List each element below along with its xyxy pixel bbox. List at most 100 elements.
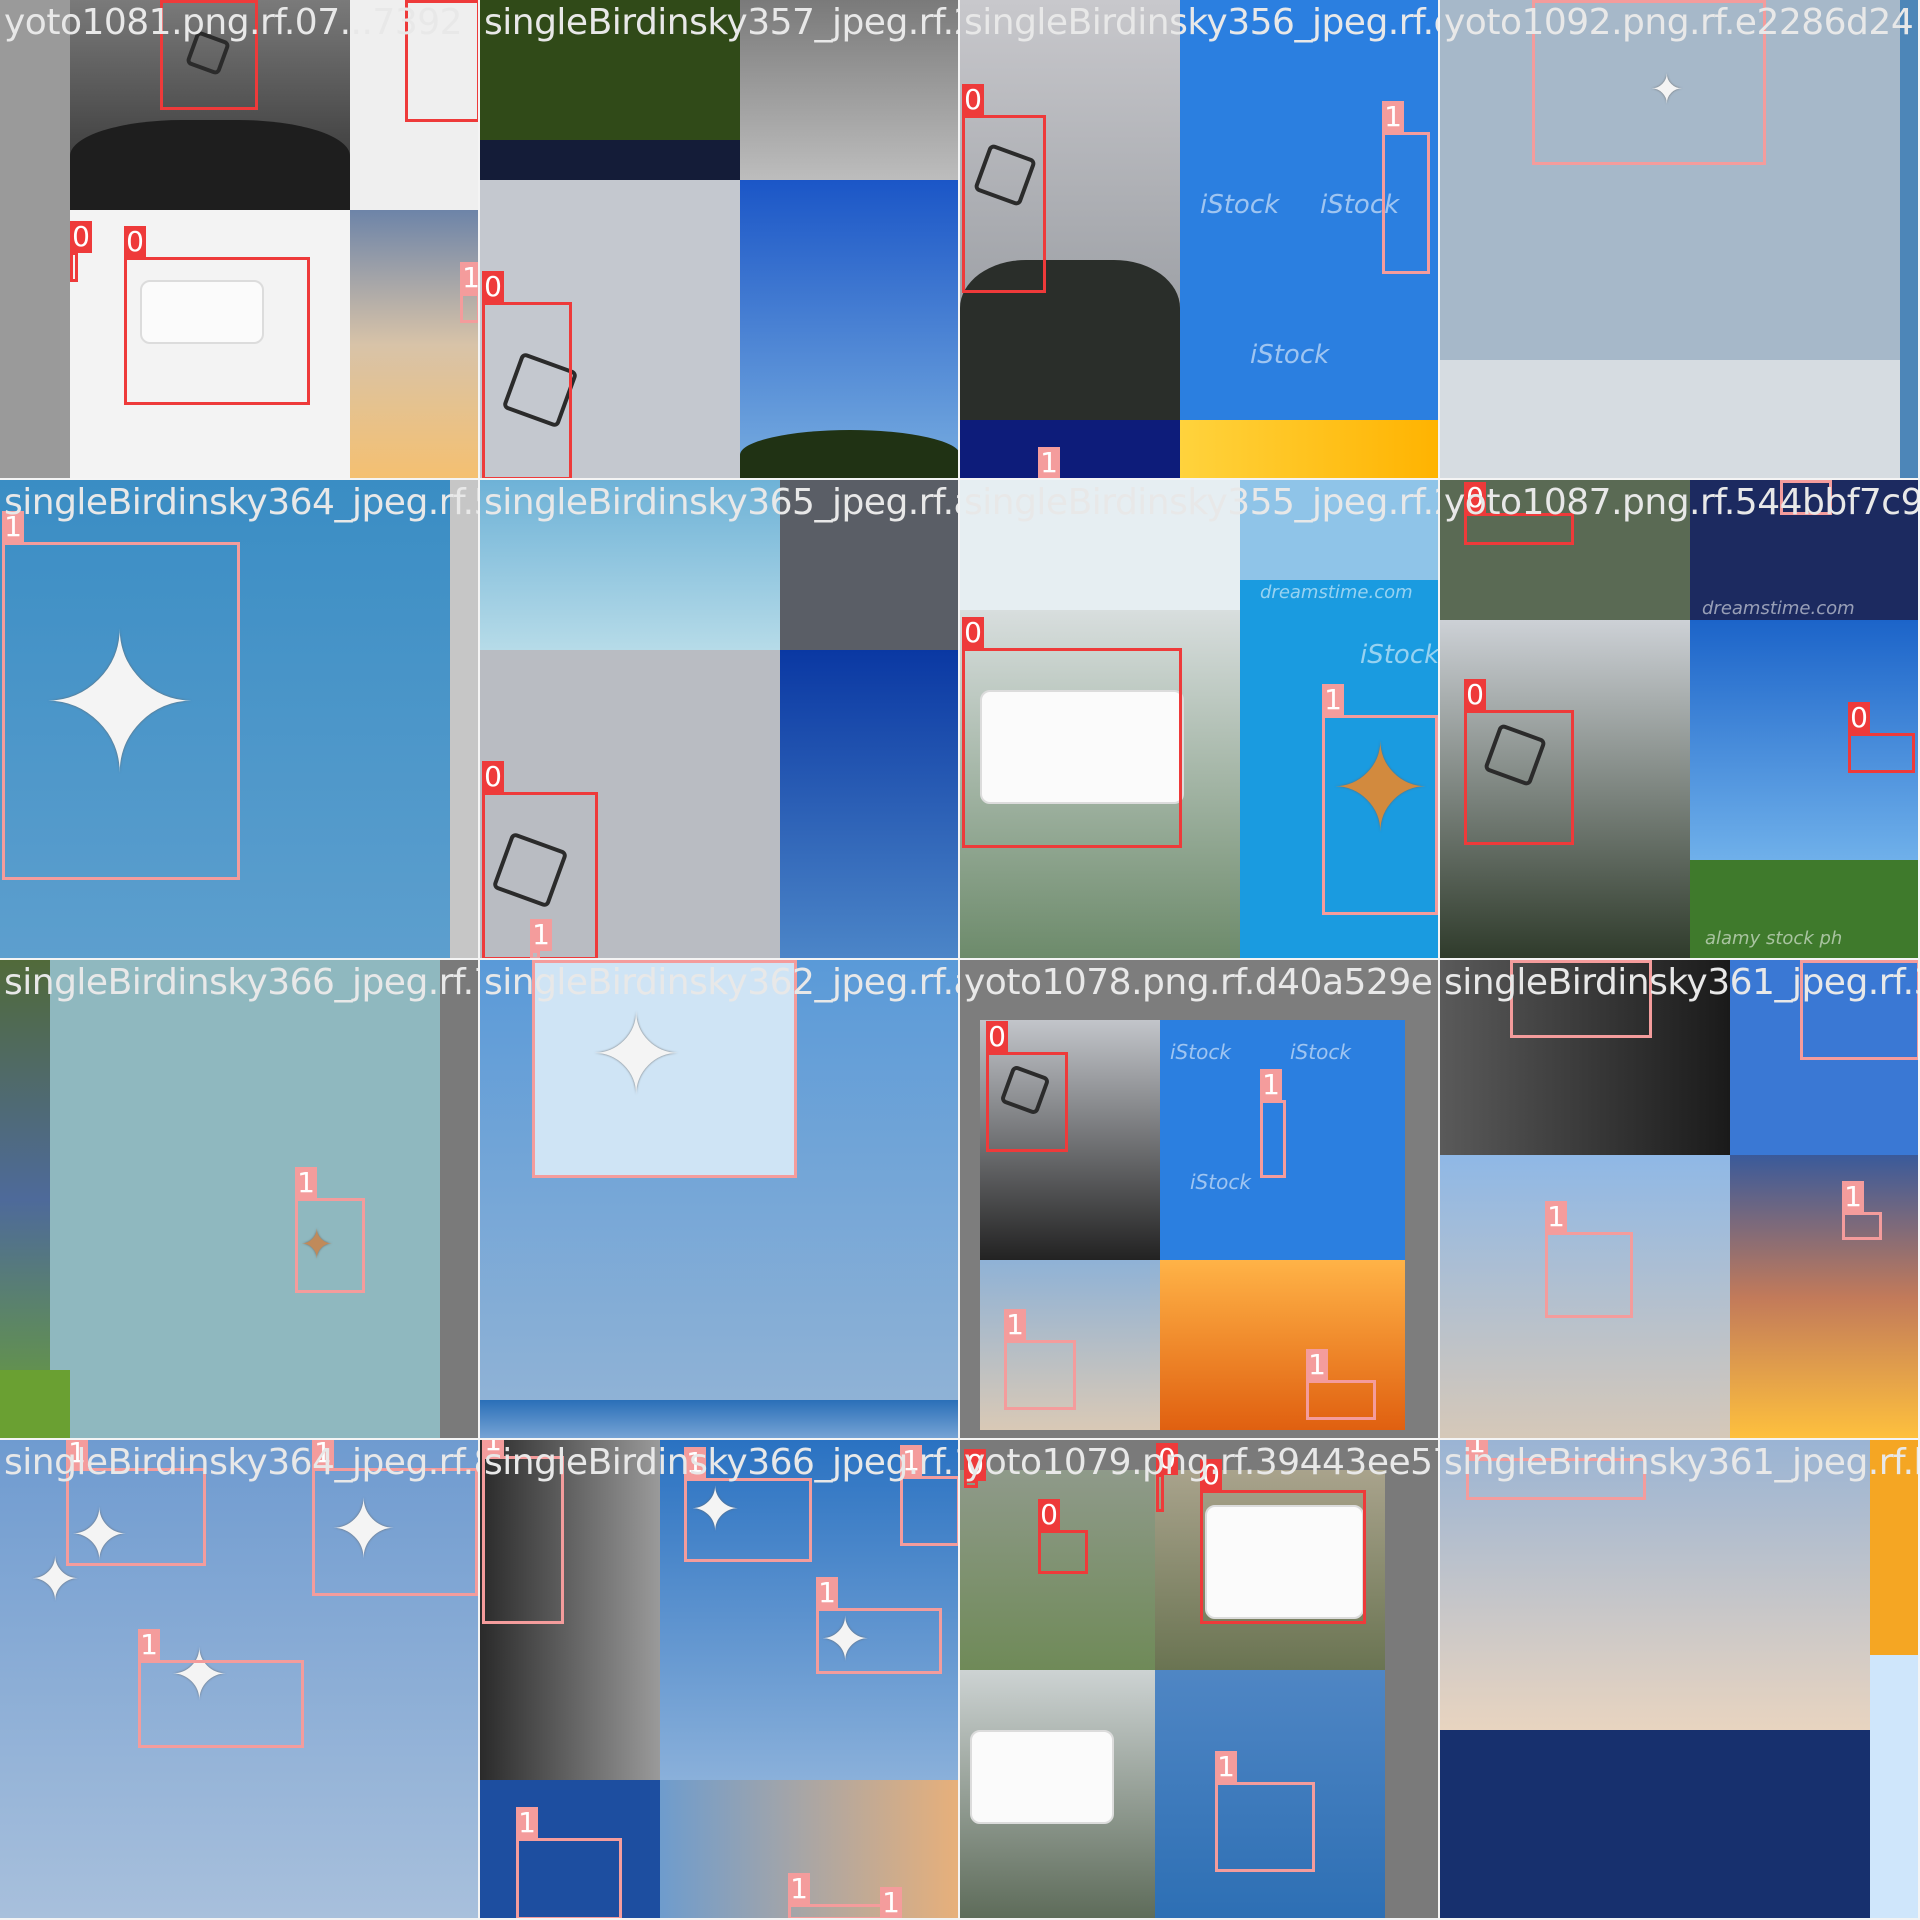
class-label: 0 [1464,679,1486,711]
bounding-box-class-1: 1 [684,1447,812,1562]
class-label: 1 [295,1167,317,1199]
mosaic-tile: ✦ ✦ singleBirdinsky366_jpeg.rf.1 1 1 1 1… [480,1440,960,1920]
image-region [1440,360,1900,478]
class-label: 1 [1004,1309,1026,1341]
stock-watermark: iStock [1200,190,1280,220]
bounding-box-class-1: 1 [295,1167,365,1293]
mosaic-tile: ✦ singleBirdinsky364_jpeg.rf.5 1 [0,480,480,960]
tile-title: singleBirdinsky366_jpeg.rf.1 [484,1442,960,1483]
class-label: 0 [70,221,92,253]
bounding-box-class-1: 1 [1306,1349,1376,1420]
image-region [660,1780,958,1918]
image-region [1440,1730,1870,1918]
class-label: 0 [1848,702,1870,734]
class-label: 1 [1545,1201,1567,1233]
bounding-box-class-1: 1 [1322,684,1438,915]
class-label: 1 [880,1887,902,1918]
bounding-box-class-1: 1 [530,919,552,958]
mosaic-tile: ✦ ✦ ✦ ✦ singleBirdinsky364_jpeg.rf.8 1 1… [0,1440,480,1920]
class-label: 0 [962,617,984,649]
mosaic-tile: dreamstime.com alamy stock ph yoto1087.p… [1440,480,1920,960]
tile-title: yoto1092.png.rf.e2286d24 [1444,2,1914,43]
tile-title: singleBirdinsky364_jpeg.rf.5 [4,482,480,523]
stock-watermark: iStock [1290,1040,1351,1064]
image-region [780,650,958,958]
image-region [0,960,50,1438]
image-region [450,480,478,958]
bounding-box-class-1: 1 [1545,1201,1633,1318]
bounding-box-class-1: 1 [1842,1181,1882,1240]
mosaic-tile: yoto1081.png.rf.07...7392 0 0 0 0 1 [0,0,480,480]
class-label: 0 [405,0,427,1]
mosaic-tile: yoto1079.png.rf.39443ee57 0 0 0 0 1 [960,1440,1440,1920]
tile-title: yoto1087.png.rf.544bbf7c9 [1444,482,1920,523]
tile-title: singleBirdinsky356_jpeg.rf.c [964,2,1440,43]
image-region [480,1400,958,1438]
class-label: 0 [962,84,984,116]
bounding-box-class-0: 0 [1464,679,1574,845]
class-label: 1 [530,919,552,951]
image-region [480,140,740,180]
tile-title: singleBirdinsky355_jpeg.rf.2 [964,482,1440,523]
tile-title: yoto1079.png.rf.39443ee57 [964,1442,1440,1483]
bounding-box-class-0: 0 [962,617,1182,848]
class-label: 1 [788,1873,810,1905]
image-region [740,430,958,478]
tile-title: singleBirdinsky362_jpeg.rf.a [484,962,960,1003]
stock-watermark: iStock [1190,1170,1251,1194]
bounding-box-class-0: 0 [1848,702,1915,773]
bounding-box-class-1: 1 [516,1807,622,1918]
mosaic-tile: iStock iStock iStock singleBirdinsky356_… [960,0,1440,480]
stock-watermark: iStock [1250,340,1330,370]
class-label: 1 [1215,1751,1237,1783]
class-label: 1 [816,1577,838,1609]
image-region [350,210,478,478]
class-label: 0 [482,271,504,303]
class-label: 1 [516,1807,538,1839]
bounding-box-class-0: 0 [124,226,310,405]
bounding-box-class-1: 1 [900,1445,958,1546]
mosaic-tile: singleBirdinsky357_jpeg.rf.2 0 [480,0,960,480]
class-label: 1 [1800,960,1822,961]
image-region [1900,0,1918,478]
image-region [1870,1655,1918,1918]
tile-title: singleBirdinsky365_jpeg.rf.a [484,482,960,523]
bounding-box-class-1: 1 [460,262,478,323]
bounding-box-class-1: 1 [1004,1309,1076,1410]
bounding-box-class-0: 0 [986,1021,1068,1152]
stock-watermark: iStock [1360,640,1440,670]
stock-watermark: iStock [1170,1040,1231,1064]
class-label: 1 [138,1629,160,1661]
bounding-box-class-1: 1 [1260,1069,1286,1178]
class-label: 1 [1038,447,1060,478]
tile-title: singleBirdinsky361_jpeg.rf.b [1444,1442,1920,1483]
class-label: 0 [1038,1499,1060,1531]
class-label: 1 [1260,1069,1282,1101]
class-label: 1 [1842,1181,1864,1213]
bounding-box-class-0: 0 [962,84,1046,293]
bounding-box-class-0: 0 [70,221,92,282]
bounding-box-class-1: 1 [788,1873,894,1918]
bounding-box-class-1: 1 [1382,101,1430,274]
stock-watermark: alamy stock ph [1705,928,1843,949]
class-label: 1 [460,262,478,294]
mosaic-tile: iStock iStock iStock yoto1078.png.rf.d40… [960,960,1440,1440]
tile-title: singleBirdinsky361_jpeg.rf.3 [1444,962,1920,1003]
mosaic-tile: singleBirdinsky361_jpeg.rf.b 1 [1440,1440,1920,1920]
class-label: 1 [1532,0,1554,1]
bounding-box-class-0: 0 [482,271,572,478]
tile-title: yoto1078.png.rf.d40a529e [964,962,1433,1003]
mosaic-tile: ✦ dreamstime.com iStock singleBirdinsky3… [960,480,1440,960]
stock-watermark: dreamstime.com [1702,598,1855,619]
mosaic-tile: singleBirdinsky361_jpeg.rf.3 1 1 1 1 [1440,960,1920,1440]
image-region [1180,420,1438,478]
tile-title: yoto1081.png.rf.07...7392 [4,2,463,43]
image-region [50,960,440,1438]
mosaic-tile: singleBirdinsky365_jpeg.rf.a 0 1 [480,480,960,960]
class-label: 1 [1306,1349,1328,1381]
training-batch-mosaic: yoto1081.png.rf.07...7392 0 0 0 0 1 sing… [0,0,1920,1920]
mosaic-tile: ✦ singleBirdinsky362_jpeg.rf.a [480,960,960,1440]
bounding-box-class-0: 0 [1038,1499,1088,1574]
mosaic-tile: ✦ yoto1092.png.rf.e2286d24 1 [1440,0,1920,480]
bounding-box-class-1: 1 [1215,1751,1315,1872]
